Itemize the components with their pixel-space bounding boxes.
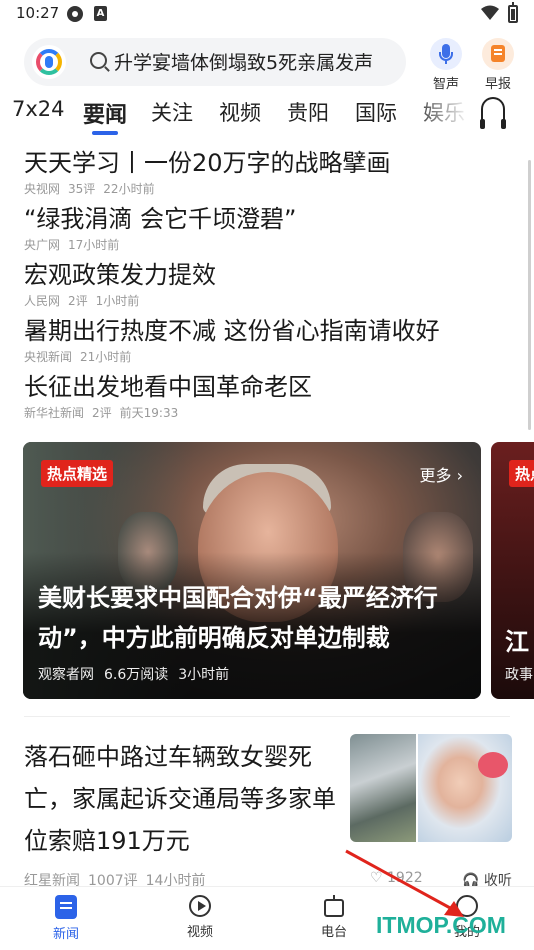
tab-international[interactable]: 国际 bbox=[355, 97, 397, 127]
news-icon bbox=[55, 895, 77, 919]
play-icon bbox=[189, 895, 211, 917]
article-title[interactable]: 落石砸中路过车辆致女婴死亡，家属起诉交通局等多家单位索赔191万元 bbox=[24, 736, 344, 862]
headline-meta: 央视新闻 21小时前 bbox=[24, 350, 132, 364]
tab-fade bbox=[410, 94, 480, 134]
headline-meta: 央广网 17小时前 bbox=[24, 238, 120, 252]
hot-card-title: 美财长要求中国配合对伊“最严经济行动”，中方此前明确反对单边制裁 bbox=[38, 584, 438, 652]
headline-item[interactable]: 天天学习丨一份20万字的战略擘画 央视网 35评 22小时前 bbox=[24, 148, 504, 197]
hot-news-card[interactable]: 热点精选 更多 › 美财长要求中国配合对伊“最严经济行动”，中方此前明确反对单边… bbox=[23, 442, 481, 699]
search-input[interactable]: 升学宴墙体倒塌致5死亲属发声 bbox=[114, 48, 396, 75]
headline-item[interactable]: 长征出发地看中国革命老区 新华社新闻 2评 前天19:33 bbox=[24, 372, 504, 421]
tab-video[interactable]: 视频 bbox=[219, 97, 261, 127]
hot-card-meta: 观察者网 6.6万阅读 3小时前 bbox=[38, 667, 230, 683]
nav-news-label: 新闻 bbox=[52, 927, 79, 942]
tab-7x24[interactable]: 7x24 bbox=[12, 97, 65, 121]
hot-card-meta: 政事 bbox=[505, 667, 533, 683]
nav-news[interactable]: 新闻 bbox=[31, 895, 101, 942]
scrollbar[interactable] bbox=[528, 160, 531, 430]
more-link[interactable]: 更多 › bbox=[420, 462, 464, 486]
notification-app-icon bbox=[67, 6, 83, 22]
microphone-icon bbox=[430, 38, 462, 70]
tab-guiyang[interactable]: 贵阳 bbox=[287, 97, 329, 127]
headline-title: 宏观政策发力提效 bbox=[24, 261, 216, 289]
morning-report-button[interactable]: 早报 bbox=[475, 38, 521, 92]
notification-a-icon: A bbox=[94, 6, 107, 21]
headline-title: 天天学习丨一份20万字的战略擘画 bbox=[24, 149, 391, 177]
status-time: 10:27 bbox=[16, 4, 60, 22]
headline-item[interactable]: 宏观政策发力提效 人民网 2评 1小时前 bbox=[24, 260, 504, 309]
headline-title: 长征出发地看中国革命老区 bbox=[24, 373, 312, 401]
search-icon bbox=[90, 52, 107, 69]
voice-button[interactable]: 智声 bbox=[423, 38, 469, 92]
tab-headlines[interactable]: 要闻 bbox=[83, 97, 127, 129]
watermark: ITMOP.COM bbox=[376, 912, 506, 938]
status-bar: 10:27 A bbox=[0, 0, 534, 30]
wifi-icon bbox=[481, 5, 499, 20]
search-bar[interactable]: 升学宴墙体倒塌致5死亲属发声 bbox=[24, 38, 406, 86]
article-thumbnail[interactable] bbox=[350, 734, 512, 842]
hot-card-title: 江 bbox=[505, 628, 529, 656]
headphone-icon[interactable] bbox=[480, 97, 506, 129]
morning-report-label: 早报 bbox=[484, 77, 511, 92]
headline-meta: 人民网 2评 1小时前 bbox=[24, 294, 140, 308]
battery-icon bbox=[508, 2, 518, 23]
voice-button-label: 智声 bbox=[432, 77, 459, 92]
hot-news-card-next[interactable]: 热点 江 政事 bbox=[491, 442, 534, 699]
app-logo-icon[interactable] bbox=[32, 45, 66, 79]
divider bbox=[24, 716, 510, 717]
headline-meta: 新华社新闻 2评 前天19:33 bbox=[24, 406, 179, 420]
headline-item[interactable]: “绿我涓滴 会它千顷澄碧” 央广网 17小时前 bbox=[24, 204, 504, 253]
hot-badge: 热点 bbox=[509, 460, 534, 487]
headline-meta: 央视网 35评 22小时前 bbox=[24, 182, 155, 196]
nav-video[interactable]: 视频 bbox=[165, 895, 235, 940]
active-tab-indicator bbox=[92, 131, 118, 135]
headline-title: 暑期出行热度不减 这份省心指南请收好 bbox=[24, 317, 440, 345]
newspaper-icon bbox=[482, 38, 514, 70]
nav-video-label: 视频 bbox=[186, 925, 213, 940]
headline-title: “绿我涓滴 会它千顷澄碧” bbox=[24, 205, 297, 233]
headline-item[interactable]: 暑期出行热度不减 这份省心指南请收好 央视新闻 21小时前 bbox=[24, 316, 504, 365]
hot-badge: 热点精选 bbox=[41, 460, 114, 487]
tab-following[interactable]: 关注 bbox=[151, 97, 193, 127]
